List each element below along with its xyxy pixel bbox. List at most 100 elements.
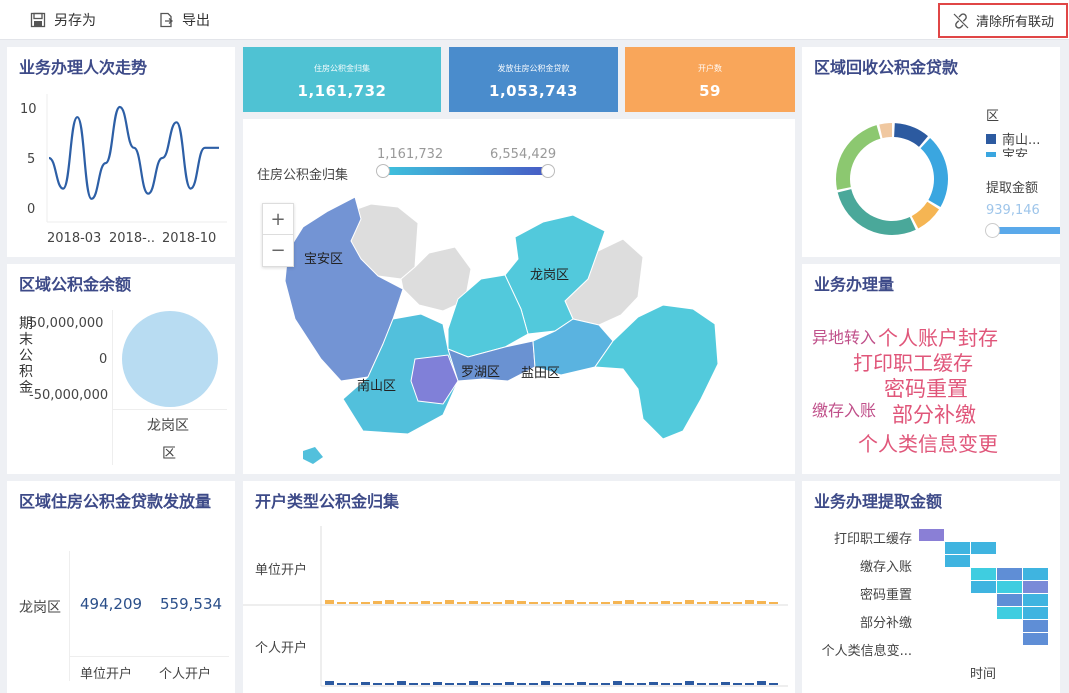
map-region-dapeng[interactable] xyxy=(594,304,719,440)
donut-slice-4[interactable] xyxy=(836,125,881,190)
bar-personal-7[interactable] xyxy=(409,683,418,685)
bar-unit-14[interactable] xyxy=(493,602,502,604)
bar-unit-33[interactable] xyxy=(721,602,730,604)
bar-unit-31[interactable] xyxy=(697,602,706,604)
heatmap-cell-7[interactable] xyxy=(971,581,996,593)
bar-personal-34[interactable] xyxy=(733,683,742,685)
bar-unit-18[interactable] xyxy=(541,602,550,604)
bar-personal-1[interactable] xyxy=(337,683,346,685)
heatmap-cell-2[interactable] xyxy=(971,542,996,554)
bar-personal-3[interactable] xyxy=(361,682,370,685)
bar-personal-30[interactable] xyxy=(685,681,694,685)
bar-unit-1[interactable] xyxy=(337,602,346,604)
word-info-change[interactable]: 个人类信息变更 xyxy=(858,434,998,454)
bar-unit-37[interactable] xyxy=(769,602,778,604)
heatmap-cell-5[interactable] xyxy=(997,568,1022,580)
bar-unit-16[interactable] xyxy=(517,601,526,604)
bar-unit-22[interactable] xyxy=(589,602,598,604)
bar-unit-9[interactable] xyxy=(433,602,442,604)
bar-personal-19[interactable] xyxy=(553,683,562,685)
heatmap-cell-4[interactable] xyxy=(971,568,996,580)
bar-personal-6[interactable] xyxy=(397,681,406,685)
export-button[interactable]: 导出 xyxy=(158,10,210,30)
bar-unit-32[interactable] xyxy=(709,601,718,604)
heatmap-cell-9[interactable] xyxy=(1023,581,1048,593)
bar-personal-23[interactable] xyxy=(601,683,610,685)
bar-unit-15[interactable] xyxy=(505,600,514,604)
heatmap-cell-0[interactable] xyxy=(919,529,944,541)
bar-unit-28[interactable] xyxy=(661,601,670,604)
bar-unit-17[interactable] xyxy=(529,602,538,604)
bar-unit-8[interactable] xyxy=(421,601,430,604)
bar-unit-29[interactable] xyxy=(673,602,682,604)
bar-unit-30[interactable] xyxy=(685,600,694,604)
save-as-button[interactable]: 另存为 xyxy=(30,10,96,30)
bar-unit-13[interactable] xyxy=(481,602,490,604)
bar-personal-35[interactable] xyxy=(745,683,754,685)
bar-personal-18[interactable] xyxy=(541,681,550,685)
zoom-out-button[interactable]: − xyxy=(263,235,293,266)
bar-unit-25[interactable] xyxy=(625,600,634,604)
bar-personal-21[interactable] xyxy=(577,682,586,685)
bar-personal-17[interactable] xyxy=(529,683,538,685)
bar-unit-34[interactable] xyxy=(733,602,742,604)
size-legend-handle[interactable] xyxy=(985,223,1000,238)
bar-personal-22[interactable] xyxy=(589,683,598,685)
bar-personal-24[interactable] xyxy=(613,681,622,685)
bar-unit-35[interactable] xyxy=(745,600,754,604)
bar-personal-16[interactable] xyxy=(517,683,526,685)
donut-slice-3[interactable] xyxy=(837,189,916,235)
bar-personal-27[interactable] xyxy=(649,682,658,685)
table-cell-unit[interactable]: 494,209 xyxy=(80,595,142,613)
bar-personal-13[interactable] xyxy=(481,683,490,685)
bar-personal-8[interactable] xyxy=(421,683,430,685)
bar-personal-9[interactable] xyxy=(433,682,442,685)
bar-personal-10[interactable] xyxy=(445,683,454,685)
bar-unit-27[interactable] xyxy=(649,602,658,604)
heatmap-cell-10[interactable] xyxy=(997,594,1022,606)
bar-unit-19[interactable] xyxy=(553,602,562,604)
bar-unit-21[interactable] xyxy=(577,602,586,604)
bar-unit-10[interactable] xyxy=(445,600,454,604)
bar-unit-3[interactable] xyxy=(361,602,370,604)
bar-personal-37[interactable] xyxy=(769,683,778,685)
word-print-cache[interactable]: 打印职工缓存 xyxy=(853,353,973,373)
bar-personal-12[interactable] xyxy=(469,681,478,685)
bar-personal-15[interactable] xyxy=(505,682,514,685)
bar-unit-20[interactable] xyxy=(565,600,574,604)
bar-personal-29[interactable] xyxy=(673,683,682,685)
bar-personal-20[interactable] xyxy=(565,683,574,685)
heatmap-cell-3[interactable] xyxy=(945,555,970,567)
bar-unit-12[interactable] xyxy=(469,601,478,604)
bar-personal-0[interactable] xyxy=(325,681,334,685)
bar-personal-14[interactable] xyxy=(493,683,502,685)
bar-unit-11[interactable] xyxy=(457,602,466,604)
recovery-legend-item[interactable]: 宝安 xyxy=(986,147,1028,157)
bar-personal-28[interactable] xyxy=(661,683,670,685)
bar-personal-32[interactable] xyxy=(709,683,718,685)
word-account-freeze[interactable]: 个人账户封存 xyxy=(878,328,998,348)
bar-personal-33[interactable] xyxy=(721,682,730,685)
bar-unit-6[interactable] xyxy=(397,602,406,604)
heatmap-cell-12[interactable] xyxy=(997,607,1022,619)
recovery-legend-item[interactable]: 南山... xyxy=(986,129,1040,148)
word-password-reset[interactable]: 密码重置 xyxy=(884,379,968,400)
bar-unit-23[interactable] xyxy=(601,602,610,604)
heatmap-cell-8[interactable] xyxy=(997,581,1022,593)
zoom-in-button[interactable]: + xyxy=(263,204,293,235)
bar-personal-26[interactable] xyxy=(637,683,646,685)
word-yidi[interactable]: 异地转入 xyxy=(812,330,876,346)
bar-unit-26[interactable] xyxy=(637,602,646,604)
donut-slice-0[interactable] xyxy=(894,123,928,147)
bar-personal-4[interactable] xyxy=(373,683,382,685)
size-legend-bar[interactable] xyxy=(992,227,1060,234)
bar-unit-36[interactable] xyxy=(757,601,766,604)
heatmap-cell-1[interactable] xyxy=(945,542,970,554)
clear-all-links-button[interactable]: 清除所有联动 xyxy=(938,3,1068,38)
balance-bubble[interactable] xyxy=(122,311,218,407)
bar-personal-25[interactable] xyxy=(625,683,634,685)
bar-personal-31[interactable] xyxy=(697,683,706,685)
bar-personal-5[interactable] xyxy=(385,683,394,685)
map-island[interactable] xyxy=(303,447,323,464)
heatmap-cell-11[interactable] xyxy=(1023,594,1048,606)
